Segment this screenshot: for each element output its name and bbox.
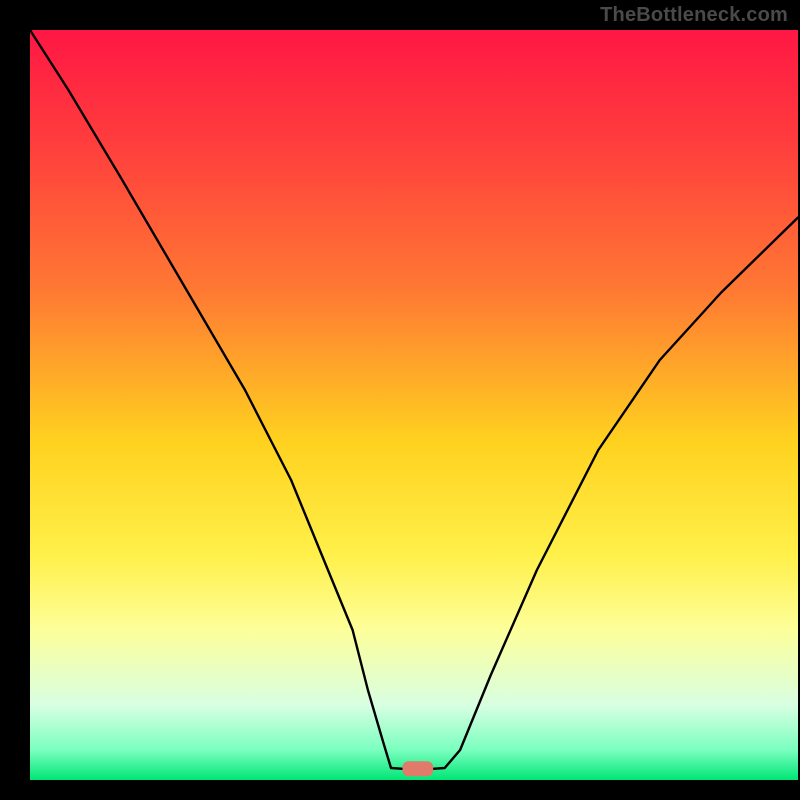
optimal-marker [402, 761, 433, 776]
watermark-text: TheBottleneck.com [600, 4, 788, 27]
bottleneck-chart [0, 0, 800, 800]
chart-container: TheBottleneck.com [0, 0, 800, 800]
plot-background [30, 30, 798, 780]
